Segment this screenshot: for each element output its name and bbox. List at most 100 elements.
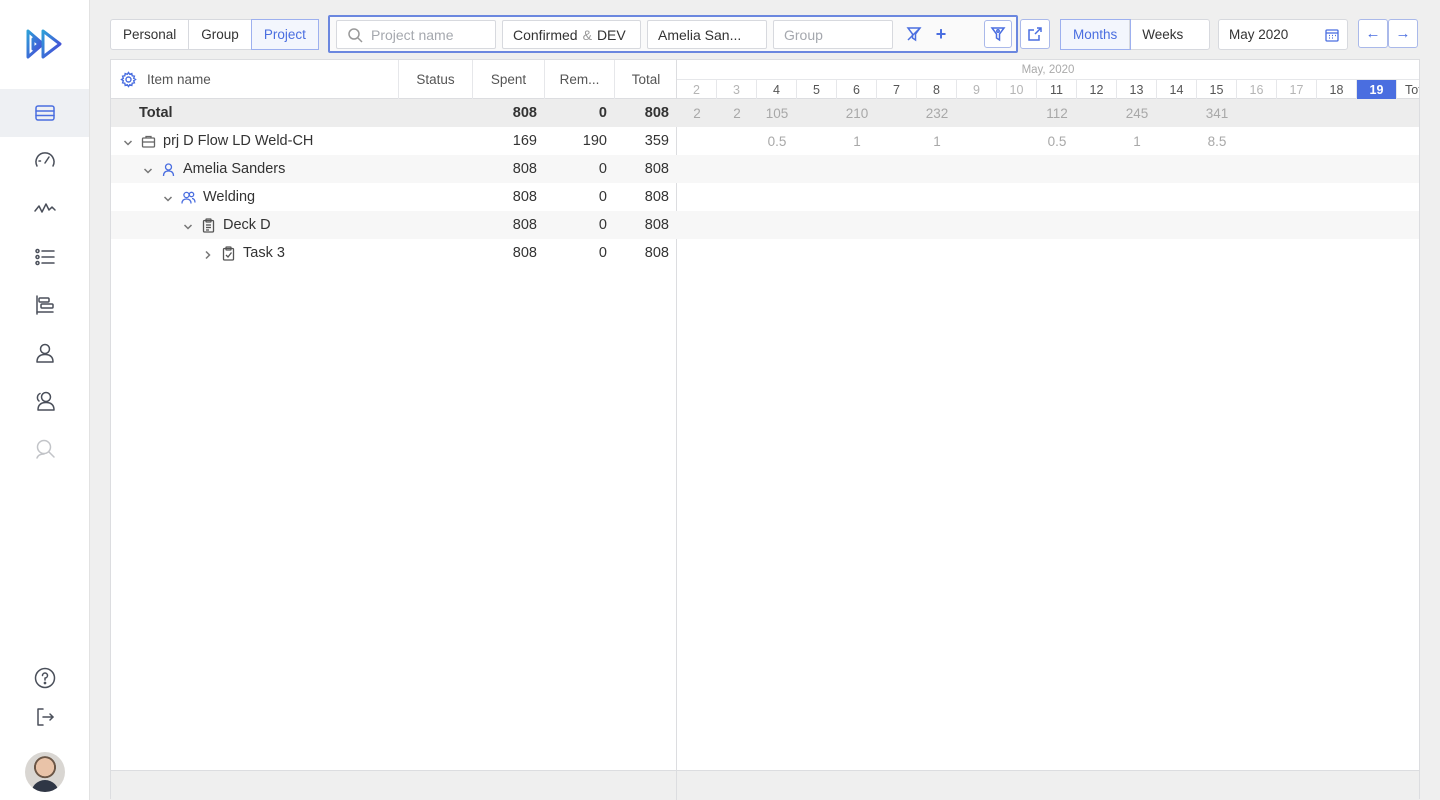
col-total[interactable]: Total	[615, 60, 677, 99]
day-header-8[interactable]: 8	[917, 80, 957, 99]
group-filter[interactable]: Group	[773, 20, 893, 49]
day-header-14[interactable]: 14	[1157, 80, 1197, 99]
timeline-cell[interactable]: 1	[917, 127, 957, 155]
arrow-right-icon: →	[1395, 25, 1411, 42]
day-header-3[interactable]: 3	[717, 80, 757, 99]
collapse-chevron-icon[interactable]	[183, 220, 193, 230]
day-header-17[interactable]: 17	[1277, 80, 1317, 99]
row-name: Total	[139, 105, 173, 121]
day-header-4[interactable]: 4	[757, 80, 797, 99]
collapse-chevron-icon[interactable]	[123, 136, 133, 146]
timeline-cell[interactable]: 105	[757, 99, 797, 127]
status-filter-b: DEV	[596, 26, 626, 43]
day-header-10[interactable]: 10	[997, 80, 1037, 99]
nav-logout[interactable]	[0, 693, 89, 741]
day-header-16[interactable]: 16	[1237, 80, 1277, 99]
timeline-cell[interactable]: 0.5	[1037, 127, 1077, 155]
timeline-cell[interactable]: 232	[917, 99, 957, 127]
saved-filters-button[interactable]	[984, 20, 1012, 48]
table-row[interactable]: prj D Flow LD Weld-CH 169 190 359	[111, 127, 677, 155]
group-filter-placeholder: Group	[784, 26, 823, 43]
collapse-chevron-icon[interactable]	[163, 192, 173, 202]
expand-chevron-icon[interactable]	[203, 248, 213, 260]
col-status[interactable]: Status	[399, 60, 473, 99]
view-mode-project[interactable]: Project	[250, 19, 319, 50]
view-mode-group[interactable]: Group	[189, 20, 252, 49]
calendar-icon	[1325, 29, 1339, 42]
clear-filter-icon[interactable]	[903, 23, 925, 45]
nav-user[interactable]	[0, 329, 89, 377]
collapse-chevron-icon[interactable]	[143, 164, 153, 174]
timeline-cell[interactable]: 1	[1117, 127, 1157, 155]
timeline-cell[interactable]: 210	[837, 99, 877, 127]
view-mode-personal[interactable]: Personal	[111, 20, 190, 49]
clipboard-icon	[201, 217, 216, 233]
day-header-19[interactable]: 19	[1357, 80, 1397, 99]
timeline-cell[interactable]: 2	[717, 99, 757, 127]
users-icon	[36, 391, 55, 411]
prev-period-button[interactable]: ←	[1358, 19, 1388, 48]
day-header-18[interactable]: 18	[1317, 80, 1357, 99]
add-filter-button[interactable]: +	[930, 23, 952, 45]
user-avatar[interactable]	[25, 752, 65, 792]
table-row[interactable]: Deck D 808 0 808	[111, 211, 677, 239]
filter-bar: Project name Confirmed & DEV Amelia San.…	[328, 15, 1018, 53]
day-header-5[interactable]: 5	[797, 80, 837, 99]
table-row[interactable]: Welding 808 0 808	[111, 183, 677, 211]
timeline-cell[interactable]: 0.5	[757, 127, 797, 155]
nav-users[interactable]	[0, 377, 89, 425]
period-weeks[interactable]: Weeks	[1130, 20, 1209, 49]
nav-gantt[interactable]	[0, 281, 89, 329]
date-picker[interactable]: May 2020	[1218, 19, 1348, 50]
timeline-cell[interactable]: 341	[1197, 99, 1237, 127]
day-header-2[interactable]: 2	[677, 80, 717, 99]
search-user-icon	[35, 439, 55, 459]
timeline-row	[677, 183, 1419, 211]
day-header-11[interactable]: 11	[1037, 80, 1077, 99]
status-filter-a: Confirmed	[513, 26, 578, 43]
day-header-6[interactable]: 6	[837, 80, 877, 99]
row-name: Welding	[203, 189, 256, 205]
timeline-cell[interactable]: 245	[1117, 99, 1157, 127]
table-header: Item name Status Spent Rem... Total	[111, 60, 677, 99]
timeline-cell[interactable]: 1	[837, 127, 877, 155]
app-logo-icon[interactable]	[25, 28, 65, 60]
day-header-12[interactable]: 12	[1077, 80, 1117, 99]
users-icon	[181, 190, 196, 205]
table-row[interactable]: Amelia Sanders 808 0 808	[111, 155, 677, 183]
timeline-cell[interactable]: 2	[677, 99, 717, 127]
table-row[interactable]: Task 3 808 0 808	[111, 239, 677, 267]
col-item-name[interactable]: Item name	[147, 60, 399, 99]
status-filter-amp: &	[582, 26, 592, 43]
gantt-icon	[35, 295, 54, 315]
cell-spent: 808	[512, 245, 537, 261]
nav-search-user[interactable]	[0, 425, 89, 473]
period-months[interactable]: Months	[1059, 19, 1132, 50]
col-spent[interactable]: Spent	[473, 60, 545, 99]
export-button[interactable]	[1020, 19, 1050, 49]
column-settings-button[interactable]	[120, 71, 137, 88]
cell-remaining: 0	[598, 217, 607, 233]
nav-activity[interactable]	[0, 185, 89, 233]
total-row[interactable]: Total 808 0 808	[111, 99, 677, 127]
timeline-row	[677, 239, 1419, 267]
search-icon	[348, 27, 363, 43]
cell-spent: 808	[512, 161, 537, 177]
day-header-9[interactable]: 9	[957, 80, 997, 99]
nav-list[interactable]	[0, 233, 89, 281]
day-header-13[interactable]: 13	[1117, 80, 1157, 99]
next-period-button[interactable]: →	[1388, 19, 1418, 48]
status-filter[interactable]: Confirmed & DEV	[502, 20, 641, 49]
speedometer-icon	[34, 152, 55, 167]
project-name-input[interactable]: Project name	[336, 20, 496, 49]
nav-dashboard[interactable]	[0, 137, 89, 185]
timeline-cell[interactable]: 8.5	[1197, 127, 1237, 155]
day-header-15[interactable]: 15	[1197, 80, 1237, 99]
col-remaining[interactable]: Rem...	[545, 60, 615, 99]
cell-total: 808	[644, 245, 669, 261]
nav-table-view[interactable]	[0, 89, 89, 137]
timeline-row: 2 2 105 210 232 112 245 341	[677, 99, 1419, 127]
timeline-cell[interactable]: 112	[1037, 99, 1077, 127]
day-header-7[interactable]: 7	[877, 80, 917, 99]
person-filter[interactable]: Amelia San...	[647, 20, 767, 49]
